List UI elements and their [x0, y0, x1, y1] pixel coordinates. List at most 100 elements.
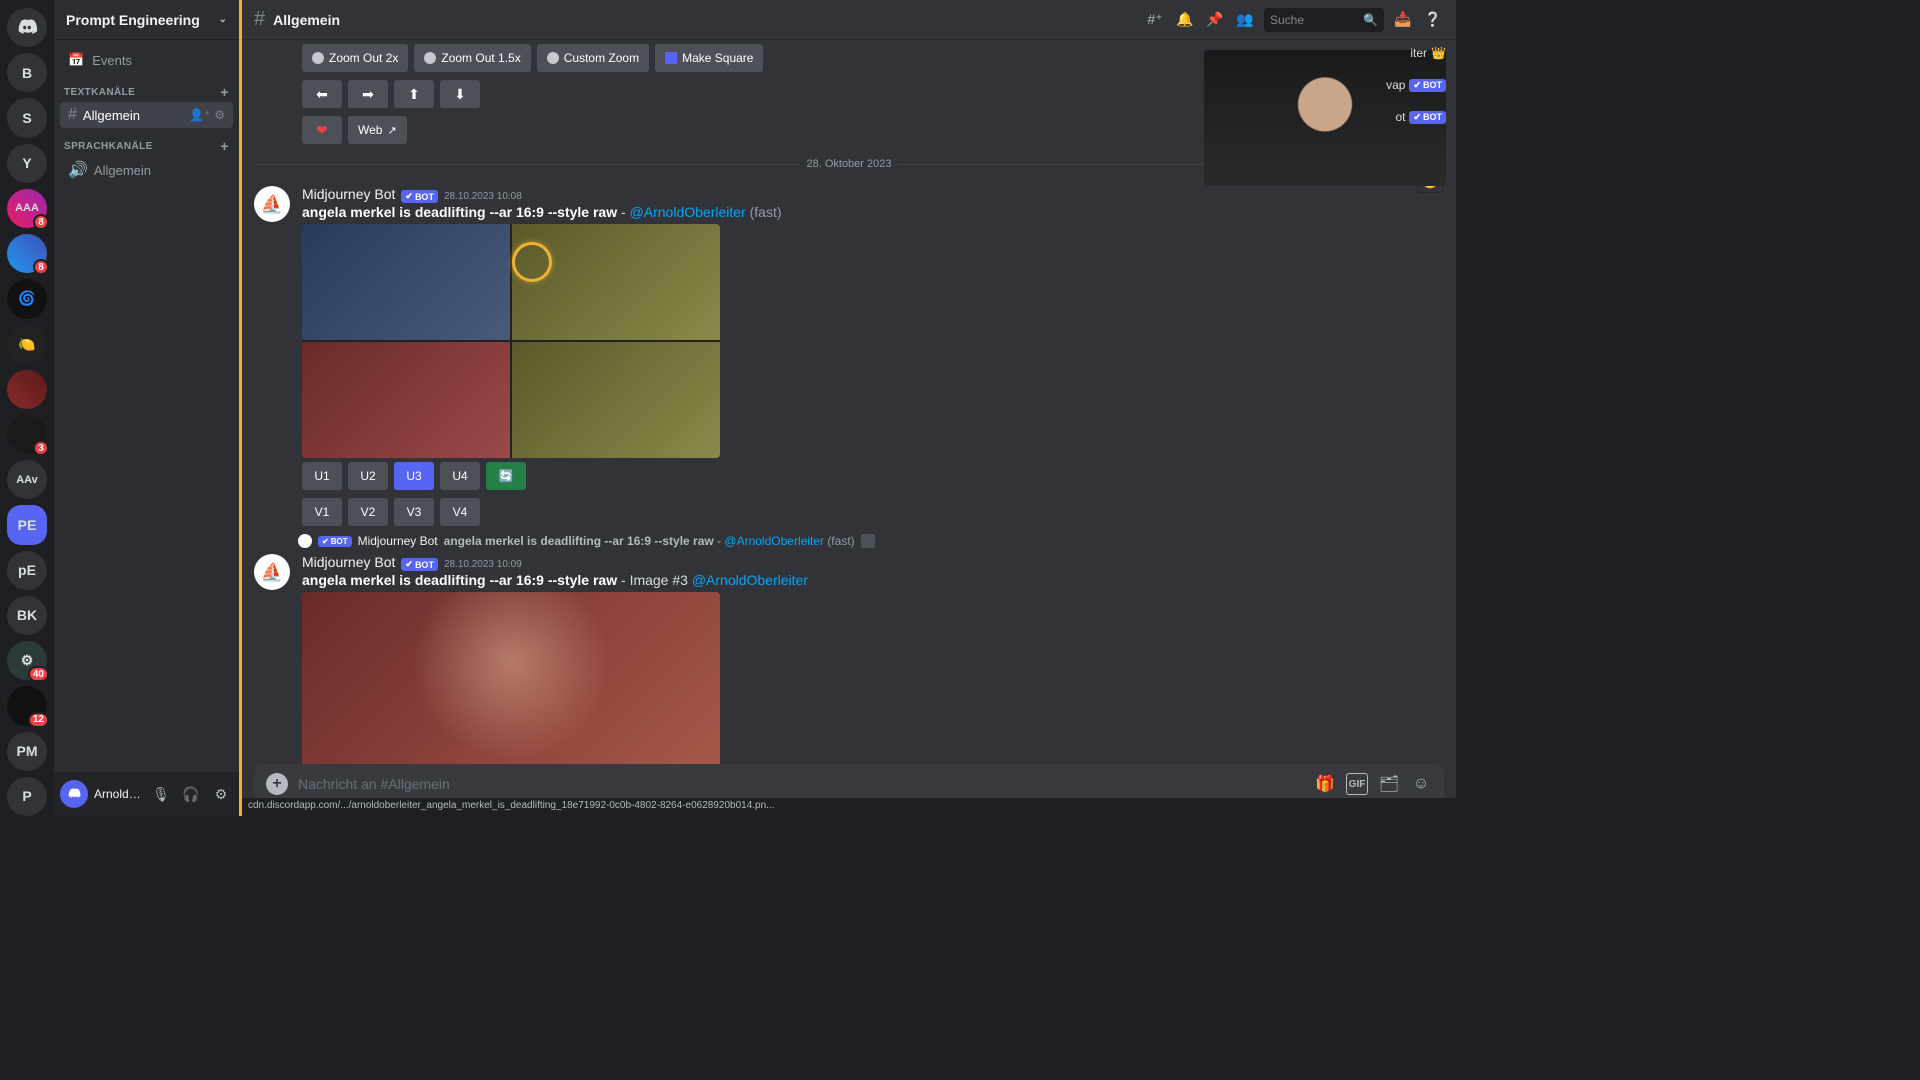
v1-button[interactable]: V1 [302, 498, 342, 526]
pinned-icon[interactable]: 📌 [1204, 9, 1226, 31]
pan-down-button[interactable]: ⬇ [440, 80, 480, 108]
server-aaa[interactable]: AAA8 [7, 189, 47, 228]
mute-icon[interactable]: 🎙 [149, 782, 173, 806]
server-14[interactable]: ⚙40 [7, 641, 47, 680]
make-square-button[interactable]: Make Square [655, 44, 763, 72]
chevron-down-icon: ⌄ [219, 14, 227, 25]
speaker-icon: 🔊 [68, 160, 88, 180]
pan-right-button[interactable]: ➡ [348, 80, 388, 108]
grid-cell-4[interactable] [512, 342, 720, 458]
threads-icon[interactable]: #⁺ [1144, 9, 1166, 31]
sticker-icon[interactable]: 🗂 [1378, 773, 1400, 795]
crown-icon: 👑 [1431, 46, 1446, 60]
author-name[interactable]: Midjourney Bot [302, 186, 395, 202]
bot-avatar[interactable]: ⛵ [254, 186, 290, 222]
add-voice-icon[interactable]: + [220, 138, 229, 154]
discord-home[interactable] [7, 8, 47, 47]
mention[interactable]: @ArnoldOberleiter [630, 204, 746, 220]
deafen-icon[interactable]: 🎧 [179, 782, 203, 806]
zoom-out-2x-button[interactable]: Zoom Out 2x [302, 44, 408, 72]
timestamp-2: 28.10.2023 10:09 [444, 559, 522, 570]
add-channel-icon[interactable]: + [220, 84, 229, 100]
image-grid[interactable] [302, 224, 720, 458]
message-grid: 😊 ⛵ Midjourney Bot ✔ BOT 28.10.2023 10:0… [242, 180, 1456, 532]
server-header[interactable]: Prompt Engineering ⌄ [54, 0, 239, 40]
server-8[interactable] [7, 370, 47, 409]
v3-button[interactable]: V3 [394, 498, 434, 526]
prompt-text: angela merkel is deadlifting --ar 16:9 -… [302, 204, 1444, 220]
server-pe-active[interactable]: PE [7, 505, 47, 544]
settings-icon[interactable]: ⚙ [214, 108, 225, 122]
bot-avatar-2[interactable]: ⛵ [254, 554, 290, 590]
events-row[interactable]: 📅 Events [60, 46, 233, 74]
server-aav[interactable]: AAv [7, 460, 47, 499]
u1-button[interactable]: U1 [302, 462, 342, 490]
web-link-button[interactable]: Web ↗ [348, 116, 407, 144]
grid-cell-2[interactable] [512, 224, 720, 340]
notifications-icon[interactable]: 🔔 [1174, 9, 1196, 31]
members-icon[interactable]: 👥 [1234, 9, 1256, 31]
author-name-2[interactable]: Midjourney Bot [302, 554, 395, 570]
server-9[interactable]: 3 [7, 415, 47, 454]
server-y[interactable]: Y [7, 144, 47, 183]
reply-reference[interactable]: ✔ BOT Midjourney Bot angela merkel is de… [242, 532, 1456, 548]
custom-zoom-button[interactable]: Custom Zoom [537, 44, 649, 72]
server-5[interactable]: 8 [7, 234, 47, 273]
text-category-header[interactable]: TEXTKANÄLE + [60, 74, 233, 102]
message-upscale: ⛵ Midjourney Bot ✔ BOT 28.10.2023 10:09 … [242, 548, 1456, 764]
server-b[interactable]: B [7, 53, 47, 92]
server-p[interactable]: P [7, 777, 47, 816]
external-link-icon: ↗ [387, 124, 396, 137]
server-6[interactable]: 🌀 [7, 279, 47, 318]
server-rail: B S Y AAA8 8 🌀 🍋 3 AAv PE pE BK ⚙40 12 P… [0, 0, 54, 816]
server-pm[interactable]: PM [7, 732, 47, 771]
events-label: Events [92, 53, 132, 68]
search-placeholder: Suche [1270, 13, 1304, 27]
favorite-button[interactable]: ❤ [302, 116, 342, 144]
u3-button[interactable]: U3 [394, 462, 434, 490]
main-chat: # Allgemein #⁺ 🔔 📌 👥 Suche 🔍 📥 ❔ Zoom Ou… [239, 0, 1456, 816]
server-15[interactable]: 12 [7, 686, 47, 725]
reply-avatar-icon [298, 534, 312, 548]
voice-category-label: SPRACHKANÄLE [64, 141, 153, 152]
bot-tag-2: ✔ BOT [401, 558, 438, 571]
search-input[interactable]: Suche 🔍 [1264, 8, 1384, 32]
u4-button[interactable]: U4 [440, 462, 480, 490]
hash-icon: # [68, 106, 77, 124]
upscale-row: U1 U2 U3 U4 🔄 [302, 458, 1444, 494]
reply-text: angela merkel is deadlifting --ar 16:9 -… [444, 534, 855, 548]
gif-icon[interactable]: GIF [1346, 773, 1368, 795]
help-icon[interactable]: ❔ [1422, 9, 1444, 31]
server-pe2[interactable]: pE [7, 551, 47, 590]
grid-cell-3[interactable] [302, 342, 510, 458]
user-avatar[interactable] [60, 780, 88, 808]
attach-button[interactable]: + [266, 773, 288, 795]
v4-button[interactable]: V4 [440, 498, 480, 526]
server-bk[interactable]: BK [7, 596, 47, 635]
pan-left-button[interactable]: ⬅ [302, 80, 342, 108]
voice-category-header[interactable]: SPRACHKANÄLE + [60, 128, 233, 156]
text-channel-allgemein[interactable]: # Allgemein 👤⁺⚙ [60, 102, 233, 128]
server-s[interactable]: S [7, 98, 47, 137]
user-settings-icon[interactable]: ⚙ [209, 782, 233, 806]
v2-button[interactable]: V2 [348, 498, 388, 526]
inbox-icon[interactable]: 📥 [1392, 9, 1414, 31]
reroll-button[interactable]: 🔄 [486, 462, 526, 490]
voice-channel-allgemein[interactable]: 🔊 Allgemein [60, 156, 233, 184]
chat-header: # Allgemein #⁺ 🔔 📌 👥 Suche 🔍 📥 ❔ [242, 0, 1456, 40]
calendar-icon: 📅 [68, 52, 84, 68]
emoji-icon[interactable]: ☺ [1410, 773, 1432, 795]
prompt-text-2: angela merkel is deadlifting --ar 16:9 -… [302, 572, 1444, 588]
invite-icon[interactable]: 👤⁺ [189, 108, 210, 122]
grid-cell-1[interactable] [302, 224, 510, 340]
username: ArnoldOb... [94, 787, 143, 801]
text-category-label: TEXTKANÄLE [64, 87, 135, 98]
input-placeholder: Nachricht an #Allgemein [298, 776, 1304, 792]
pan-up-button[interactable]: ⬆ [394, 80, 434, 108]
mention-2[interactable]: @ArnoldOberleiter [692, 572, 808, 588]
zoom-out-15x-button[interactable]: Zoom Out 1.5x [414, 44, 530, 72]
server-7[interactable]: 🍋 [7, 325, 47, 364]
u2-button[interactable]: U2 [348, 462, 388, 490]
gift-icon[interactable]: 🎁 [1314, 773, 1336, 795]
single-image[interactable] [302, 592, 720, 764]
